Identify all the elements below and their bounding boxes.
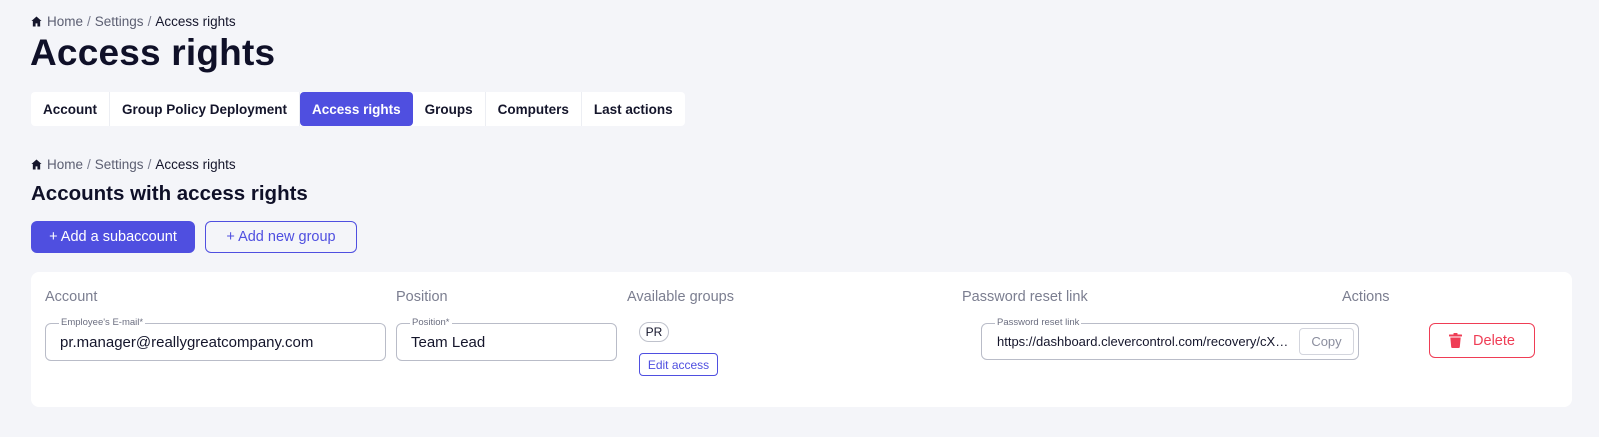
add-new-group-button[interactable]: + Add new group (205, 221, 357, 253)
column-header-actions: Actions (1342, 289, 1390, 305)
password-reset-link-value: https://dashboard.clevercontrol.com/reco… (997, 334, 1290, 349)
tab-access-rights[interactable]: Access rights (300, 92, 413, 126)
breadcrumb-separator: / (87, 14, 91, 29)
copy-button[interactable]: Copy (1299, 328, 1354, 355)
column-header-available-groups: Available groups (627, 289, 734, 305)
breadcrumb-separator: / (147, 14, 152, 29)
breadcrumb-separator: / (147, 157, 152, 172)
edit-access-button[interactable]: Edit access (639, 353, 718, 376)
position-field[interactable]: Position* Team Lead (396, 317, 617, 361)
delete-button-label: Delete (1473, 332, 1515, 349)
tab-bar: Account Group Policy Deployment Access r… (31, 92, 685, 126)
password-reset-link-label: Password reset link (995, 317, 1082, 329)
column-header-position: Position (396, 289, 448, 305)
email-field[interactable]: Employee's E-mail* pr.manager@reallygrea… (45, 317, 386, 361)
trash-icon (1449, 333, 1463, 348)
position-field-label: Position* (410, 317, 452, 329)
breadcrumb-home-link[interactable]: Home (47, 14, 83, 29)
delete-button[interactable]: Delete (1429, 323, 1535, 358)
breadcrumb-settings-link[interactable]: Settings (95, 157, 144, 172)
breadcrumb-home-link[interactable]: Home (47, 157, 83, 172)
add-subaccount-button[interactable]: + Add a subaccount (31, 221, 195, 253)
position-value: Team Lead (411, 334, 486, 351)
breadcrumb-current: Access rights (155, 157, 236, 172)
breadcrumb: Home / Settings / Access rights (31, 157, 236, 172)
section-title: Accounts with access rights (31, 182, 308, 205)
accounts-table: Account Position Available groups Passwo… (31, 272, 1572, 407)
tab-group-policy-deployment[interactable]: Group Policy Deployment (110, 92, 301, 126)
tab-account[interactable]: Account (31, 92, 110, 126)
breadcrumb-current: Access rights (155, 14, 236, 29)
column-header-password-reset-link: Password reset link (962, 289, 1088, 305)
home-icon (31, 159, 42, 170)
email-field-label: Employee's E-mail* (59, 317, 146, 329)
group-chip: PR (639, 322, 669, 342)
password-reset-link-field[interactable]: Password reset link https://dashboard.cl… (981, 317, 1359, 360)
email-value: pr.manager@reallygreatcompany.com (60, 334, 314, 351)
home-icon (31, 16, 42, 27)
breadcrumb: Home / Settings / Access rights (31, 14, 236, 29)
tab-groups[interactable]: Groups (413, 92, 486, 126)
column-header-account: Account (45, 289, 98, 305)
page-title: Access rights (30, 32, 276, 73)
breadcrumb-settings-link[interactable]: Settings (95, 14, 144, 29)
tab-last-actions[interactable]: Last actions (582, 92, 685, 126)
tab-computers[interactable]: Computers (486, 92, 582, 126)
breadcrumb-separator: / (87, 157, 91, 172)
